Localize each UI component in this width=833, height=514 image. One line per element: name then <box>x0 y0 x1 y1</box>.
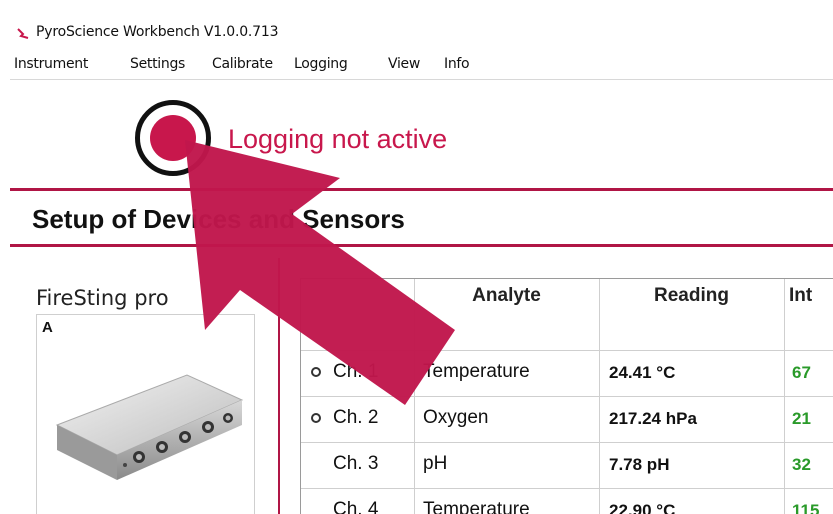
channel-cell: Ch. 2 <box>333 407 379 428</box>
divider-bottom <box>10 244 833 247</box>
sensor-table: Analyte Reading Int Ch. 1 Temperature 24… <box>300 278 833 514</box>
device-area: FireSting pro A Analyte Reading Int Ch. … <box>10 258 833 514</box>
reading-cell: 22.90 °C <box>609 501 676 514</box>
app-window: PyroScience Workbench V1.0.0.713 Instrum… <box>10 16 833 514</box>
menu-instrument[interactable]: Instrument <box>14 56 88 72</box>
title-bar: PyroScience Workbench V1.0.0.713 <box>10 16 833 50</box>
logging-indicator-icon[interactable] <box>135 100 211 176</box>
channel-cell: Ch. 4 <box>333 499 379 514</box>
panel-separator <box>278 258 280 514</box>
column-header-intensity[interactable]: Int <box>789 285 812 307</box>
expand-icon[interactable] <box>311 413 321 423</box>
firesting-device-image <box>55 374 244 480</box>
analyte-cell: Oxygen <box>423 407 489 428</box>
device-panel[interactable]: A <box>36 314 255 514</box>
device-channel-letter: A <box>42 319 53 336</box>
reading-cell: 7.78 pH <box>609 455 670 474</box>
intensity-cell: 115 <box>792 501 820 514</box>
analyte-cell: Temperature <box>423 499 530 514</box>
column-header-reading[interactable]: Reading <box>599 285 784 307</box>
pyroscience-logo-icon <box>17 28 29 39</box>
analyte-cell: pH <box>423 453 448 474</box>
intensity-cell: 21 <box>792 409 811 428</box>
reading-cell: 24.41 °C <box>609 363 676 382</box>
logging-indicator-dot <box>150 115 196 161</box>
menu-info[interactable]: Info <box>444 56 470 72</box>
channel-cell: Ch. 3 <box>333 453 379 474</box>
logging-status-text: Logging not active <box>228 124 448 154</box>
menu-view[interactable]: View <box>388 56 420 72</box>
reading-cell: 217.24 hPa <box>609 409 697 428</box>
expand-icon[interactable] <box>311 367 321 377</box>
menu-logging[interactable]: Logging <box>294 56 348 72</box>
section-title: Setup of Devices and Sensors <box>32 204 405 234</box>
intensity-cell: 32 <box>792 455 811 474</box>
logging-status: Logging not active <box>10 80 833 188</box>
analyte-cell: Temperature <box>423 361 530 382</box>
intensity-cell: 67 <box>792 363 811 382</box>
column-header-analyte[interactable]: Analyte <box>414 285 599 307</box>
device-name: FireSting pro <box>36 286 169 310</box>
window-title: PyroScience Workbench V1.0.0.713 <box>36 24 279 40</box>
menu-bar: Instrument Settings Calibrate Logging Vi… <box>10 50 833 80</box>
menu-calibrate[interactable]: Calibrate <box>212 56 273 72</box>
channel-cell: Ch. 1 <box>333 361 379 382</box>
menu-settings[interactable]: Settings <box>130 56 185 72</box>
divider-top <box>10 188 833 191</box>
